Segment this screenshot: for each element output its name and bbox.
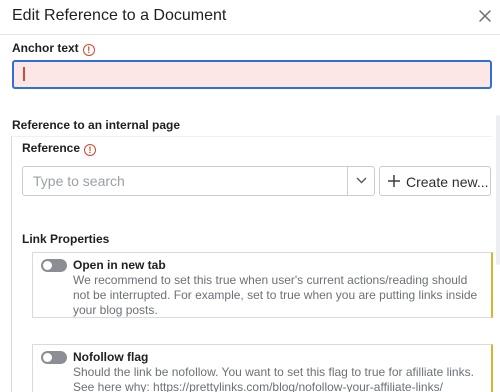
dialog-header: Edit Reference to a Document [0, 0, 500, 35]
create-new-button[interactable]: Create new... [379, 166, 491, 196]
reference-search-input[interactable] [23, 167, 347, 195]
toggle-knob [43, 261, 52, 270]
chevron-down-icon[interactable] [348, 167, 375, 195]
reference-select[interactable] [22, 166, 375, 196]
property-title: Open in new tab [73, 258, 166, 272]
plus-icon [388, 175, 400, 187]
reference-label: Reference! [22, 141, 97, 156]
property-title: Nofollow flag [73, 350, 149, 364]
dialog-title: Edit Reference to a Document [12, 7, 227, 24]
anchor-text-label: Anchor text! [12, 41, 95, 56]
scrollbar-track[interactable] [496, 115, 500, 265]
nofollow-flag-toggle[interactable] [41, 351, 67, 364]
property-open-in-new-tab: Open in new tab We recommend to set this… [32, 252, 493, 318]
link-properties-heading: Link Properties [22, 232, 110, 246]
warning-icon: ! [84, 144, 97, 156]
anchor-text-input[interactable] [12, 60, 492, 89]
warning-icon: ! [82, 44, 95, 56]
open-in-new-tab-toggle[interactable] [41, 259, 67, 272]
property-nofollow-flag: Nofollow flag Should the link be nofollo… [32, 344, 493, 392]
create-new-label: Create new... [406, 174, 489, 190]
toggle-knob [43, 353, 52, 362]
property-description: Should the link be nofollow. You want to… [73, 365, 474, 392]
anchor-text-label-text: Anchor text [12, 41, 79, 55]
text-caret [23, 67, 25, 81]
internal-page-heading: Reference to an internal page [12, 118, 181, 132]
close-icon[interactable] [476, 7, 494, 25]
reference-label-text: Reference [22, 141, 81, 155]
property-description: We recommend to set this true when user'… [73, 273, 478, 317]
